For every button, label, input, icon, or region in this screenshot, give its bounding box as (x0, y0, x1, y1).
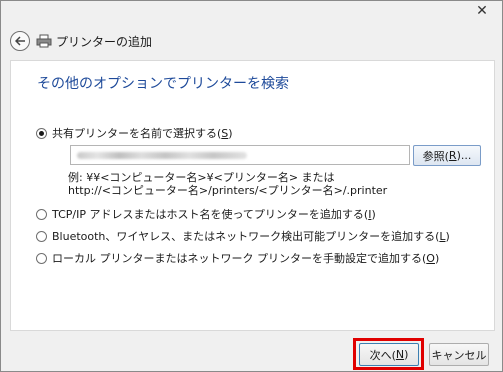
option-label: TCP/IP アドレスまたはホスト名を使ってプリンターを追加する(I) (52, 208, 376, 221)
option-label: ローカル プリンターまたはネットワーク プリンターを手動設定で追加する(O) (52, 252, 440, 265)
cancel-button[interactable]: キャンセル (429, 343, 489, 366)
title-bar: プリンターの追加 (1, 23, 502, 59)
close-button[interactable]: ✕ (469, 2, 495, 20)
option-local-manual[interactable]: ローカル プリンターまたはネットワーク プリンターを手動設定で追加する(O) (36, 250, 439, 266)
printer-path-input[interactable] (70, 145, 410, 165)
next-button[interactable]: 次へ(N) (359, 343, 419, 366)
radio-shared-printer[interactable] (36, 127, 47, 139)
option-bluetooth-wireless[interactable]: Bluetooth、ワイヤレス、またはネットワーク検出可能プリンターを追加する(… (36, 228, 450, 244)
radio-bluetooth[interactable] (36, 230, 47, 242)
blurred-path-value (77, 152, 247, 159)
main-panel: その他のオプションでプリンターを検索 共有プリンターを名前で選択する(S) 参照… (10, 60, 495, 331)
path-example-text: 例: ¥¥<コンピューター名>¥<プリンター名> または http://<コンピ… (68, 171, 388, 197)
radio-tcpip[interactable] (36, 208, 47, 220)
browse-button[interactable]: 参照(R)... (413, 145, 481, 166)
close-icon: ✕ (476, 3, 488, 19)
radio-local[interactable] (36, 252, 47, 264)
option-shared-printer-by-name[interactable]: 共有プリンターを名前で選択する(S) (36, 125, 233, 141)
window-title: プリンターの追加 (56, 35, 153, 49)
add-printer-window: ✕ プリンターの追加 その他のオプションでプリンターを検索 共有プリンターを名前… (0, 0, 503, 372)
page-heading: その他のオプションでプリンターを検索 (37, 76, 289, 92)
arrow-left-icon (14, 36, 25, 46)
option-label: 共有プリンターを名前で選択する(S) (52, 127, 233, 140)
option-tcpip[interactable]: TCP/IP アドレスまたはホスト名を使ってプリンターを追加する(I) (36, 206, 376, 222)
option-label: Bluetooth、ワイヤレス、またはネットワーク検出可能プリンターを追加する(… (52, 230, 450, 243)
printer-icon (36, 34, 52, 48)
back-button[interactable] (10, 31, 30, 51)
